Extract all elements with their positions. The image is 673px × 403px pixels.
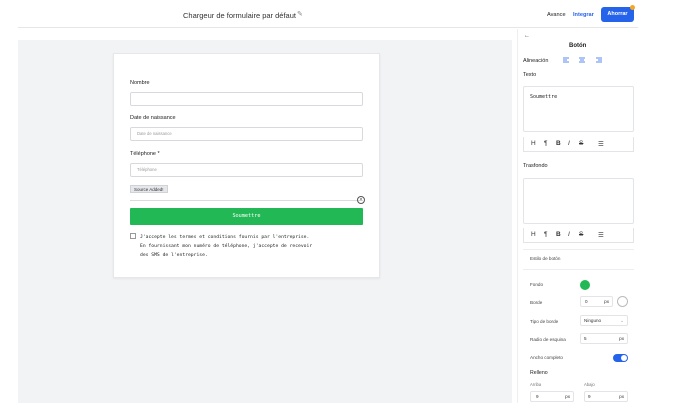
text-label: Texto [523, 72, 537, 78]
phone-input[interactable]: Téléphone [130, 163, 363, 177]
border-unit: px [604, 299, 609, 304]
border-type-label: Tipo de borde [530, 319, 559, 324]
padding-label: Relleno [530, 370, 548, 376]
terms-text: J'accepte les termes et conditions fourn… [140, 235, 313, 258]
panel-title: Botón [569, 43, 587, 49]
button-style-label: Estilo de botón [530, 256, 561, 261]
chevron-down-icon: ⌄ [620, 318, 624, 323]
fondo-label: Fondo [530, 282, 544, 287]
padding-bottom-input[interactable]: 9 px [584, 391, 628, 402]
align-center-icon[interactable] [579, 57, 585, 63]
heading-icon[interactable]: H [531, 140, 536, 147]
divider [523, 249, 634, 250]
top-bar [18, 0, 638, 28]
fondo-color-swatch[interactable] [580, 280, 590, 290]
heading-icon[interactable]: H [531, 231, 536, 238]
phone-label: Téléphone * [130, 151, 160, 157]
background-editor[interactable] [523, 178, 634, 224]
birthdate-label: Date de naissance [130, 115, 176, 121]
radius-value: 5 [584, 336, 587, 341]
border-color-swatch[interactable] [617, 296, 628, 307]
align-right-icon[interactable] [596, 57, 602, 63]
paragraph-icon[interactable]: ¶ [544, 140, 548, 147]
padding-top-unit: px [565, 394, 570, 399]
bold-icon[interactable]: B [556, 140, 561, 147]
terms-checkbox[interactable] [130, 233, 136, 239]
background-toolbar: H ¶ B I S ☰ [523, 228, 634, 243]
paragraph-icon[interactable]: ¶ [544, 231, 548, 238]
background-label: Trasfondo [523, 163, 548, 169]
divider [130, 200, 363, 201]
padding-bottom-unit: px [619, 394, 624, 399]
form-title[interactable]: Chargeur de formulaire par défaut [183, 11, 296, 20]
bold-icon[interactable]: B [556, 231, 561, 238]
source-badge: Source Added! [130, 185, 168, 193]
integrate-button[interactable]: Integrar [573, 12, 594, 18]
padding-top-value: 9 [536, 394, 539, 399]
edit-pencil-icon[interactable]: ✎ [297, 10, 303, 18]
padding-bottom-value: 9 [588, 394, 591, 399]
list-icon[interactable]: ☰ [598, 231, 604, 239]
save-button[interactable]: Ahorrar [601, 7, 634, 22]
border-type-select[interactable]: Ninguno ⌄ [580, 315, 628, 326]
radius-label: Radio de esquina [530, 337, 566, 342]
border-width-input[interactable]: 0 px [580, 296, 613, 307]
strikethrough-icon[interactable]: S [579, 231, 583, 238]
radius-input[interactable]: 5 px [580, 333, 628, 344]
italic-icon[interactable]: I [568, 140, 570, 147]
text-toolbar: H ¶ B I S ☰ [523, 137, 634, 152]
border-type-value: Ninguno [584, 318, 602, 323]
list-icon[interactable]: ☰ [598, 140, 604, 148]
padding-top-label: Arriba [530, 382, 542, 387]
align-left-icon[interactable] [563, 57, 569, 63]
advance-button[interactable]: Avance [547, 12, 566, 18]
back-arrow-icon[interactable]: ← [524, 33, 530, 39]
close-circle-icon[interactable]: × [357, 196, 365, 204]
padding-bottom-label: Abajo [584, 382, 595, 387]
submit-button[interactable]: Soumettre [130, 208, 363, 225]
padding-top-input[interactable]: 9 px [530, 391, 574, 402]
radius-unit: px [619, 336, 624, 341]
alignment-label: Alineación [523, 58, 549, 64]
divider [523, 269, 634, 270]
name-input[interactable] [130, 92, 363, 106]
strikethrough-icon[interactable]: S [579, 140, 583, 147]
name-label: Nombre [130, 80, 150, 86]
birthdate-input[interactable]: Date de naissance [130, 127, 363, 141]
border-value: 0 [585, 299, 588, 304]
notification-dot [630, 5, 635, 10]
border-label: Borde [530, 300, 543, 305]
text-editor-value: Soumettre [530, 94, 558, 100]
fullwidth-toggle[interactable] [613, 354, 628, 362]
italic-icon[interactable]: I [568, 231, 570, 238]
text-editor[interactable] [523, 86, 634, 132]
fullwidth-label: Ancho completo [530, 355, 563, 360]
